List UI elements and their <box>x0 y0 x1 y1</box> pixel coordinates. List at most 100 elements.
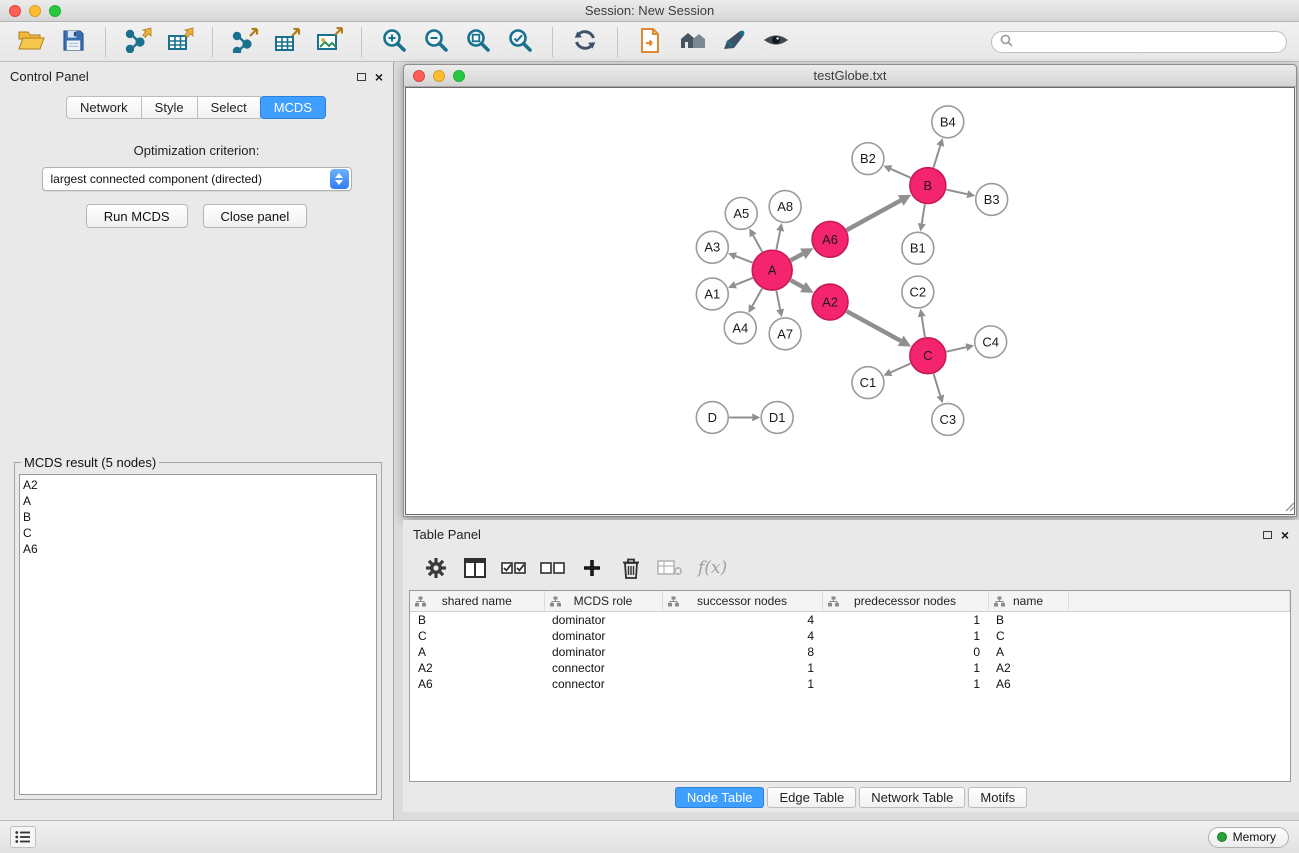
node-B3[interactable]: B3 <box>976 184 1008 216</box>
export-image-button[interactable] <box>311 26 347 58</box>
edge-A-A2[interactable] <box>791 280 803 287</box>
table-cell[interactable]: A6 <box>410 676 544 692</box>
node-A8[interactable]: A8 <box>769 191 801 223</box>
tab-motifs[interactable]: Motifs <box>968 787 1027 808</box>
panel-selector-button[interactable] <box>10 826 36 848</box>
node-C2[interactable]: C2 <box>902 276 934 308</box>
column-header-predecessor-nodes[interactable]: predecessor nodes <box>822 591 988 611</box>
import-network-file-button[interactable] <box>120 26 156 58</box>
edge-B-B2[interactable] <box>891 169 911 178</box>
node-C4[interactable]: C4 <box>975 326 1007 358</box>
edge-A-A3[interactable] <box>736 256 753 263</box>
node-A6[interactable]: A6 <box>812 221 848 257</box>
edge-A-A5[interactable] <box>753 235 762 252</box>
zoom-in-button[interactable] <box>376 26 412 58</box>
tab-select[interactable]: Select <box>197 96 261 119</box>
resize-handle[interactable] <box>1283 500 1295 515</box>
table-float-panel-icon[interactable] <box>1263 531 1272 539</box>
edge-A-A7[interactable] <box>776 291 780 310</box>
table-cell[interactable]: A <box>410 644 544 660</box>
zoom-fit-button[interactable] <box>460 26 496 58</box>
table-row[interactable]: A6connector11A6 <box>410 676 1290 692</box>
home-view-button[interactable] <box>674 26 710 58</box>
network-window-titlebar[interactable]: testGlobe.txt <box>404 65 1296 87</box>
float-panel-icon[interactable] <box>357 73 366 81</box>
table-cell[interactable]: A2 <box>410 660 544 676</box>
gear-button[interactable] <box>421 553 451 583</box>
table-cell[interactable]: 1 <box>822 611 988 628</box>
tab-node-table[interactable]: Node Table <box>675 787 765 808</box>
table-cell[interactable]: 0 <box>822 644 988 660</box>
node-B2[interactable]: B2 <box>852 143 884 175</box>
node-A1[interactable]: A1 <box>696 278 728 310</box>
result-item[interactable]: A <box>23 493 376 509</box>
edge-C-C4[interactable] <box>946 347 966 351</box>
import-table-file-button[interactable] <box>162 26 198 58</box>
criterion-dropdown[interactable]: largest connected component (directed) <box>42 167 352 191</box>
node-A4[interactable]: A4 <box>724 312 756 344</box>
table-row[interactable]: Bdominator41B <box>410 611 1290 628</box>
table-cell[interactable]: C <box>988 628 1068 644</box>
zoom-selected-button[interactable] <box>502 26 538 58</box>
node-A3[interactable]: A3 <box>696 231 728 263</box>
table-cell[interactable]: 1 <box>822 660 988 676</box>
column-header-mcds-role[interactable]: MCDS role <box>544 591 662 611</box>
result-item[interactable]: A6 <box>23 541 376 557</box>
export-table-button[interactable] <box>269 26 305 58</box>
select-all-button[interactable] <box>499 553 529 583</box>
edge-A-A1[interactable] <box>735 278 752 285</box>
table-row[interactable]: A2connector11A2 <box>410 660 1290 676</box>
table-cell[interactable]: 8 <box>662 644 822 660</box>
show-graphics-eye-button[interactable] <box>758 26 794 58</box>
export-network-button[interactable] <box>227 26 263 58</box>
table-cell[interactable]: B <box>410 611 544 628</box>
table-cell[interactable]: A2 <box>988 660 1068 676</box>
mcds-result-list[interactable]: A2ABCA6 <box>19 474 377 795</box>
columns-button[interactable] <box>460 553 490 583</box>
column-header-name[interactable]: name <box>988 591 1068 611</box>
edge-A-A4[interactable] <box>752 288 762 306</box>
node-B4[interactable]: B4 <box>932 106 964 138</box>
run-mcds-button[interactable]: Run MCDS <box>86 204 188 228</box>
table-cell[interactable]: dominator <box>544 628 662 644</box>
table-cell[interactable]: 4 <box>662 628 822 644</box>
tab-network[interactable]: Network <box>66 96 142 119</box>
network-canvas[interactable]: AA1A2A3A4A5A6A7A8BB1B2B3B4CC1C2C3C4DD1 <box>405 87 1295 515</box>
edge-A-A8[interactable] <box>776 231 780 250</box>
search-input[interactable] <box>1018 35 1278 49</box>
node-A[interactable]: A <box>752 250 792 290</box>
style-pen-button[interactable] <box>716 26 752 58</box>
open-session-page-button[interactable] <box>632 26 668 58</box>
table-cell[interactable]: B <box>988 611 1068 628</box>
tab-edge-table[interactable]: Edge Table <box>767 787 856 808</box>
memory-button[interactable]: Memory <box>1208 827 1289 848</box>
node-C3[interactable]: C3 <box>932 404 964 436</box>
node-A2[interactable]: A2 <box>812 284 848 320</box>
result-item[interactable]: C <box>23 525 376 541</box>
search-field[interactable] <box>991 31 1287 53</box>
trash-button[interactable] <box>616 553 646 583</box>
node-B1[interactable]: B1 <box>902 232 934 264</box>
table-cell[interactable]: connector <box>544 660 662 676</box>
table-cell[interactable]: connector <box>544 676 662 692</box>
edge-B-B4[interactable] <box>934 146 941 168</box>
tab-mcds[interactable]: MCDS <box>260 96 326 119</box>
close-panel-button[interactable]: Close panel <box>203 204 308 228</box>
node-table-container[interactable]: shared nameMCDS rolesuccessor nodesprede… <box>409 590 1291 782</box>
save-session-button[interactable] <box>55 26 91 58</box>
table-cell[interactable]: 4 <box>662 611 822 628</box>
table-cell[interactable]: 1 <box>662 676 822 692</box>
close-panel-icon[interactable]: × <box>375 72 383 82</box>
node-A7[interactable]: A7 <box>769 318 801 350</box>
edge-B-B1[interactable] <box>922 204 925 223</box>
node-C[interactable]: C <box>910 338 946 374</box>
node-D[interactable]: D <box>696 402 728 434</box>
result-item[interactable]: B <box>23 509 376 525</box>
edge-B-B3[interactable] <box>946 190 967 195</box>
column-header-successor-nodes[interactable]: successor nodes <box>662 591 822 611</box>
add-column-button[interactable] <box>577 553 607 583</box>
deselect-all-button[interactable] <box>538 553 568 583</box>
table-row[interactable]: Cdominator41C <box>410 628 1290 644</box>
table-cell[interactable]: 1 <box>822 676 988 692</box>
node-B[interactable]: B <box>910 168 946 204</box>
